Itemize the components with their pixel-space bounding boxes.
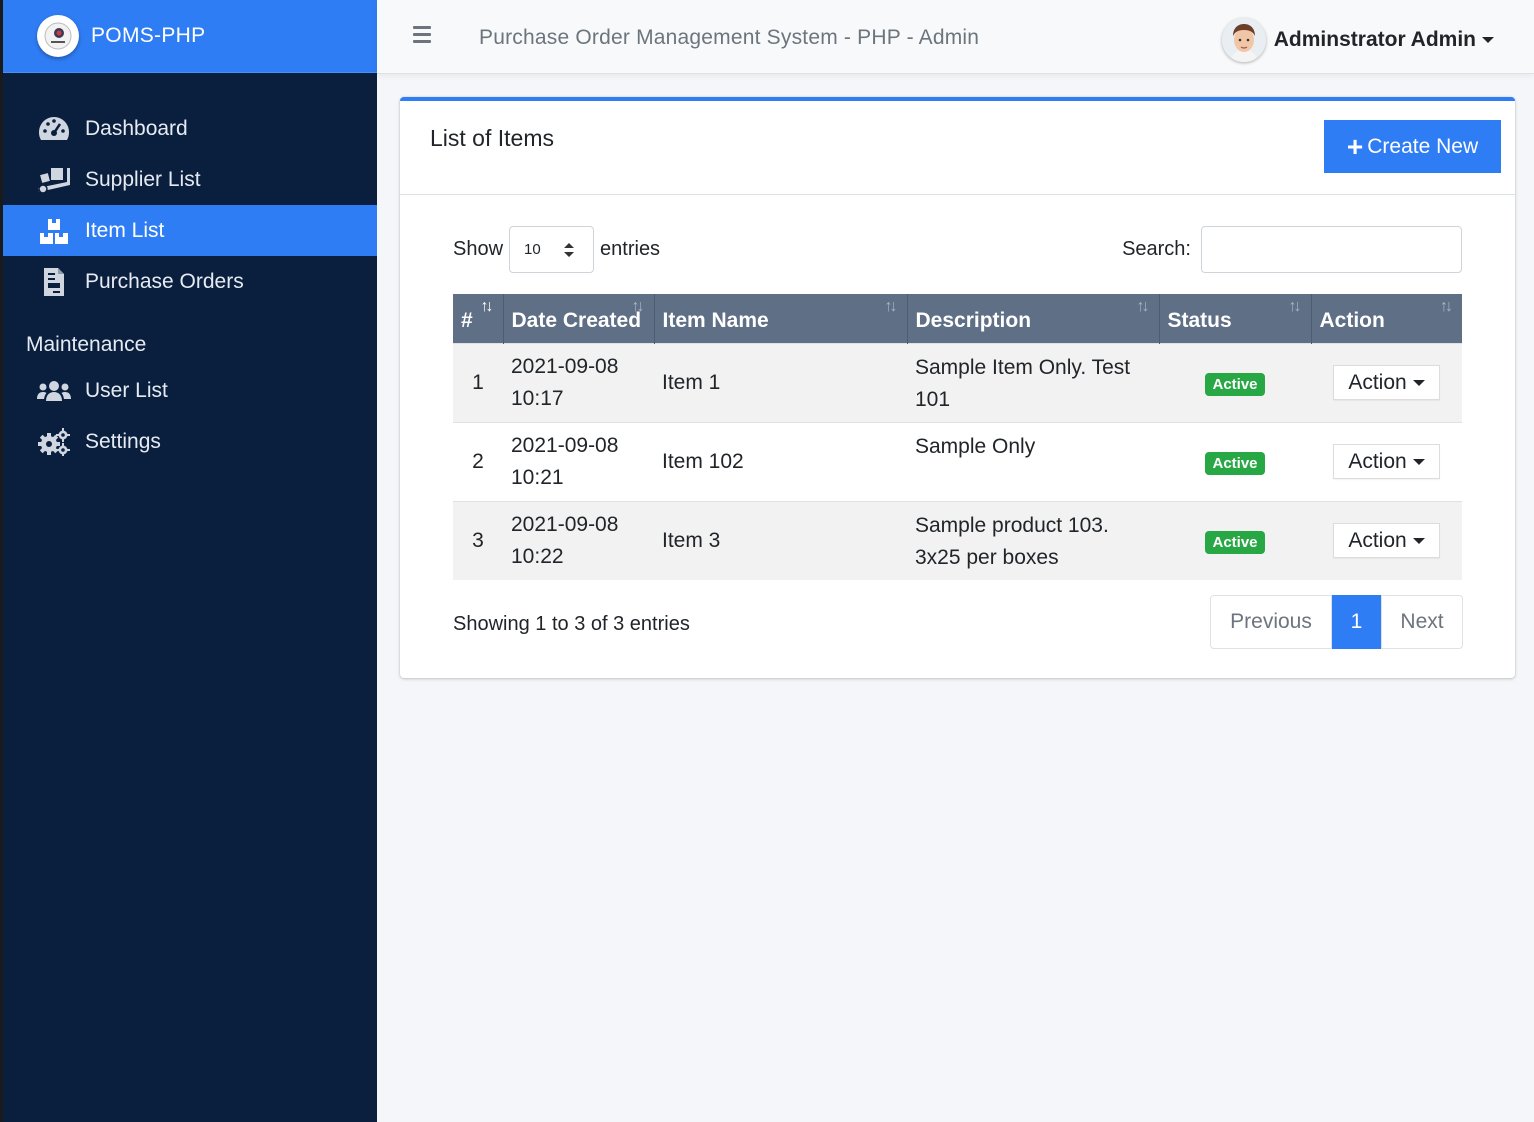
sort-icon: ↑↓ (884, 298, 898, 315)
plus-icon: + (1346, 130, 1364, 162)
show-label: Show (453, 238, 504, 260)
file-invoice-icon (37, 267, 71, 297)
row-description: Sample Only (915, 434, 1036, 458)
row-number: 3 (472, 528, 484, 552)
sidebar-item-label: Supplier List (85, 167, 201, 191)
brand-name: POMS-PHP (91, 24, 206, 47)
sidebar-item-item-list[interactable]: Item List (3, 205, 377, 256)
hamburger-menu-icon[interactable] (413, 26, 431, 44)
column-header-action[interactable]: Action ↑↓ (1311, 294, 1462, 343)
pagination-next[interactable]: Next (1381, 595, 1463, 649)
row-item-name: Item 102 (662, 449, 744, 473)
status-badge: Active (1205, 372, 1265, 396)
create-new-label: Create New (1367, 134, 1479, 158)
row-item-name: Item 3 (662, 528, 721, 552)
sidebar-item-label: Purchase Orders (85, 269, 244, 293)
row-date-created: 2021-09-08 10:17 (511, 354, 619, 410)
sort-icon: ↑↓ (1440, 298, 1453, 315)
users-icon (37, 376, 71, 406)
truck-loading-icon (37, 165, 71, 195)
brand-logo-icon (37, 15, 79, 57)
row-date-created: 2021-09-08 10:21 (511, 433, 619, 489)
page-size-control: Show 10 entries (453, 226, 660, 273)
create-new-button[interactable]: + Create New (1324, 120, 1501, 173)
sidebar-item-label: User List (85, 378, 168, 402)
sidebar-item-settings[interactable]: Settings (3, 416, 377, 467)
table-row: 3 2021-09-08 10:22 Item 3 Sample product … (453, 501, 1462, 580)
row-item-name: Item 1 (662, 370, 721, 394)
row-status: Active (1159, 501, 1311, 580)
row-number: 1 (472, 370, 484, 394)
status-badge: Active (1205, 451, 1265, 475)
entries-label: entries (600, 238, 661, 260)
page-size-select[interactable]: 10 (509, 226, 595, 273)
row-status: Active (1159, 343, 1311, 422)
row-action: Action (1311, 343, 1462, 422)
action-dropdown-button[interactable]: Action (1333, 444, 1440, 479)
sidebar-item-label: Dashboard (85, 116, 188, 140)
column-header-description[interactable]: Description ↑↓ (907, 294, 1160, 343)
page-size-value: 10 (524, 241, 541, 258)
items-card: List of Items + Create New Show 10 entri… (400, 97, 1515, 678)
row-number: 2 (472, 449, 484, 473)
card-header: List of Items + Create New (400, 101, 1515, 195)
cogs-icon (37, 427, 71, 457)
sidebar-section-header: Maintenance (26, 333, 147, 356)
sidebar-item-label: Item List (85, 218, 165, 242)
column-header-status[interactable]: Status ↑↓ (1159, 294, 1312, 343)
sidebar-nav: Dashboard Supplier List Item List Purcha… (3, 73, 377, 467)
brand[interactable]: POMS-PHP (3, 0, 377, 73)
sidebar-item-label: Settings (85, 429, 161, 453)
table-controls: Show 10 entries Search: (453, 226, 1462, 274)
sort-asc-icon: ↑↓ (480, 298, 494, 315)
row-action: Action (1311, 501, 1462, 580)
chevron-down-icon (1412, 379, 1425, 386)
page-title: List of Items (430, 125, 554, 151)
sort-icon: ↑↓ (1136, 298, 1150, 315)
table-info: Showing 1 to 3 of 3 entries (453, 613, 690, 635)
sort-icon: ↑↓ (1288, 298, 1302, 315)
top-navbar: Purchase Order Management System - PHP -… (377, 0, 1534, 74)
sidebar-item-user-list[interactable]: User List (3, 365, 377, 416)
search-input[interactable] (1201, 226, 1462, 273)
sort-icon: ↑↓ (631, 298, 645, 315)
app-title: Purchase Order Management System - PHP -… (479, 26, 980, 49)
action-dropdown-button[interactable]: Action (1333, 365, 1440, 400)
column-header-date-created[interactable]: Date Created ↑↓ (503, 294, 655, 343)
table-row: 2 2021-09-08 10:21 Item 102 Sample Only A… (453, 422, 1462, 501)
column-header-number[interactable]: # ↑↓ (453, 294, 504, 343)
boxes-icon (37, 216, 71, 246)
chevron-down-icon (1412, 537, 1425, 544)
chevron-down-icon (1482, 37, 1494, 43)
user-name: Adminstrator Admin (1273, 28, 1476, 51)
action-dropdown-button[interactable]: Action (1333, 523, 1440, 559)
row-description: Sample product 103. 3x25 per boxes (915, 513, 1109, 569)
search-label: Search: (1122, 238, 1191, 260)
user-menu[interactable]: Adminstrator Admin (1221, 18, 1494, 62)
row-date-created: 2021-09-08 10:22 (511, 512, 619, 568)
row-status: Active (1159, 422, 1311, 501)
sidebar: POMS-PHP Dashboard Supplier List Item Li… (0, 0, 377, 1122)
pagination: Previous 1 Next (1210, 595, 1463, 649)
row-description: Sample Item Only. Test 101 (915, 355, 1131, 411)
search-control: Search: (1122, 226, 1462, 273)
sidebar-item-purchase-orders[interactable]: Purchase Orders (3, 256, 377, 307)
pagination-previous[interactable]: Previous (1210, 595, 1332, 649)
sidebar-item-dashboard[interactable]: Dashboard (3, 103, 377, 154)
dashboard-icon (37, 114, 71, 144)
table-header-row: # ↑↓ Date Created ↑↓ Item Name ↑↓ Descripti… (453, 294, 1462, 343)
pagination-page-1[interactable]: 1 (1332, 595, 1381, 649)
table-row: 1 2021-09-08 10:17 Item 1 Sample Item Onl… (453, 343, 1462, 422)
row-action: Action (1311, 422, 1462, 501)
avatar (1221, 18, 1266, 62)
status-badge: Active (1205, 530, 1265, 554)
sort-arrows-icon (564, 243, 575, 257)
items-table: # ↑↓ Date Created ↑↓ Item Name ↑↓ Descripti… (453, 294, 1462, 580)
sidebar-item-supplier-list[interactable]: Supplier List (3, 154, 377, 205)
column-header-item-name[interactable]: Item Name ↑↓ (654, 294, 908, 343)
chevron-down-icon (1412, 458, 1425, 465)
